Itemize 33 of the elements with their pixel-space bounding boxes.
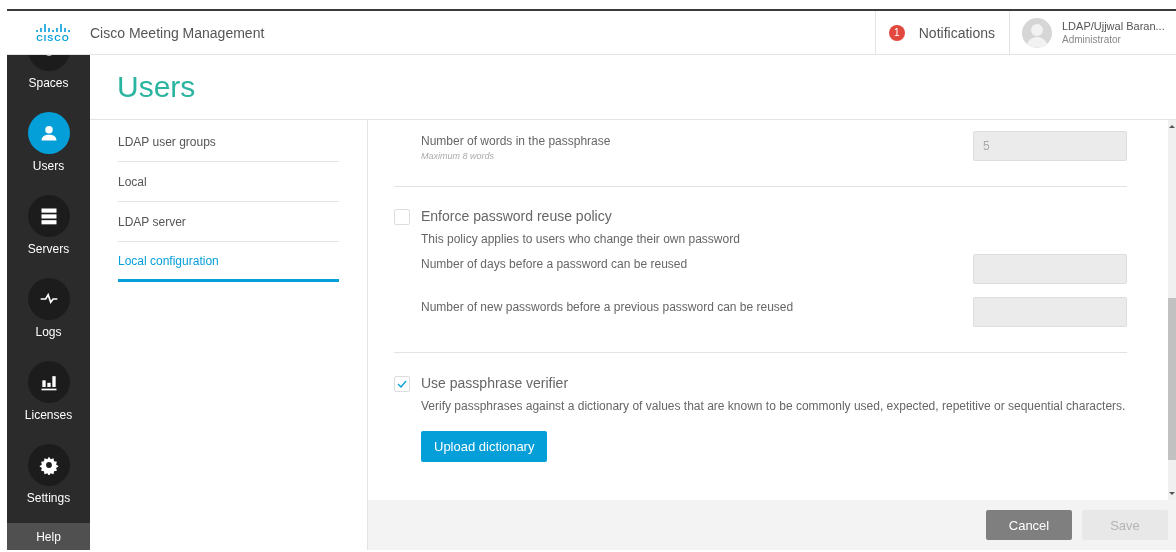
user-role: Administrator [1062, 34, 1122, 45]
notification-count: 1 [888, 24, 905, 41]
subnav-tab[interactable]: LDAP server [118, 202, 339, 242]
user-name: LDAP/Ujjwal Baran... [1062, 20, 1165, 32]
avatar-icon[interactable] [1022, 17, 1052, 48]
help-link[interactable]: Help [7, 523, 90, 550]
page-title: Users [90, 55, 1176, 120]
cancel-button[interactable]: Cancel [986, 510, 1072, 540]
logo-text: CISCO [36, 32, 70, 43]
nav-item[interactable]: Spaces [7, 55, 90, 112]
check-icon [397, 380, 407, 388]
logo-bars-icon [36, 22, 70, 33]
scroll-up-icon[interactable] [1169, 124, 1175, 129]
notifications-link[interactable]: Notifications [918, 24, 995, 41]
checkbox[interactable] [394, 376, 410, 392]
nav-item[interactable]: Licenses [7, 361, 90, 444]
scrollbar[interactable] [1168, 120, 1176, 500]
subnav-tab[interactable]: Local [118, 162, 339, 202]
option-title: Enforce password reuse policy [421, 208, 613, 224]
nav-item[interactable]: Users [7, 112, 90, 195]
app-title: Cisco Meeting Management [90, 24, 266, 41]
nav-item[interactable]: Logs [7, 278, 90, 361]
checkbox[interactable] [394, 209, 410, 225]
field-label: Number of days before a password can be reused [421, 257, 688, 271]
field-hint: Maximum 8 words [421, 151, 495, 161]
option-description: Verify passphrases against a dictionary of values that are known to be commonly used, expected, repetitive or sequential characters. [421, 398, 1127, 415]
subnav-tab[interactable]: LDAP user groups [118, 122, 339, 162]
scroll-down-icon[interactable] [1169, 491, 1175, 496]
field-label: Number of words in the passphrase [421, 134, 611, 148]
option-title: Use passphrase verifier [421, 375, 570, 391]
nav-item[interactable]: Servers [7, 195, 90, 278]
field-label: Number of new passwords before a previous password can be reused [421, 300, 794, 314]
option-description: This policy applies to users who change their own password [421, 231, 741, 248]
